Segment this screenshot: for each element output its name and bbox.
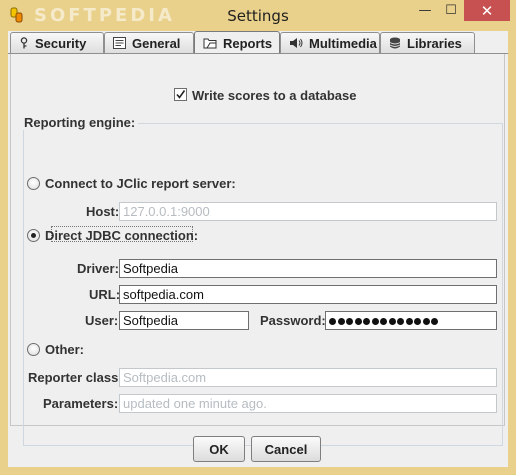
write-scores-checkbox[interactable]: [174, 88, 187, 101]
password-dot: [397, 318, 404, 326]
maximize-button[interactable]: ☐: [438, 0, 464, 21]
driver-field[interactable]: Softpedia: [119, 259, 497, 278]
settings-list-icon: [113, 37, 126, 49]
tab-libraries[interactable]: Libraries: [380, 32, 475, 53]
window-controls: — ☐ ✕: [412, 0, 510, 21]
password-dot: [414, 318, 421, 326]
tab-security[interactable]: Security: [10, 32, 104, 53]
reporting-engine-title: Reporting engine:: [21, 115, 139, 130]
password-dot: [380, 318, 387, 326]
jdbc-radio[interactable]: [27, 229, 40, 242]
tab-multimedia[interactable]: Multimedia: [280, 32, 380, 53]
tab-label: Security: [35, 35, 87, 51]
database-icon: [389, 37, 401, 49]
connect-server-radio[interactable]: [27, 177, 40, 190]
user-field[interactable]: Softpedia: [119, 311, 249, 330]
password-dot: [337, 318, 345, 326]
url-field[interactable]: softpedia.com: [119, 285, 497, 304]
password-dot: [371, 318, 379, 326]
dialog-content: Security General Reports Multimedia Libr…: [8, 31, 508, 467]
driver-label: Driver:: [77, 261, 119, 276]
jdbc-label[interactable]: Direct JDBC connection:: [45, 228, 198, 243]
settings-window: SOFTPEDIA Settings — ☐ ✕ Security Genera…: [0, 0, 516, 475]
password-dot: [354, 318, 362, 326]
tab-label: General: [132, 35, 181, 51]
tab-label: Multimedia: [309, 35, 377, 51]
tab-reports[interactable]: Reports: [194, 31, 280, 54]
password-dot: [329, 318, 336, 326]
url-label: URL:: [89, 287, 121, 302]
password-field[interactable]: [325, 311, 497, 330]
tab-label: Libraries: [407, 35, 462, 51]
title-bar[interactable]: SOFTPEDIA Settings — ☐ ✕: [0, 0, 516, 32]
user-label: User:: [85, 313, 119, 328]
reporter-class-field: Softpedia.com: [119, 368, 497, 387]
parameters-field: updated one minute ago.: [119, 394, 497, 413]
parameters-label: Parameters:: [43, 396, 119, 411]
password-dot: [431, 318, 438, 326]
ok-button[interactable]: OK: [193, 436, 245, 462]
host-label: Host:: [86, 204, 120, 219]
tab-general[interactable]: General: [104, 32, 194, 53]
password-dot: [363, 318, 370, 326]
cancel-button[interactable]: Cancel: [251, 436, 321, 462]
password-label: Password:: [260, 313, 326, 328]
write-scores-label[interactable]: Write scores to a database: [192, 88, 357, 103]
password-dot: [346, 318, 353, 326]
key-icon: [20, 37, 28, 49]
tab-label: Reports: [223, 35, 273, 51]
password-dot: [405, 318, 413, 326]
minimize-button[interactable]: —: [412, 0, 438, 21]
reporter-class-label: Reporter class:: [28, 370, 123, 385]
close-button[interactable]: ✕: [464, 0, 510, 21]
speaker-icon: [290, 38, 303, 48]
password-dot: [388, 318, 396, 326]
host-field: 127.0.0.1:9000: [119, 202, 497, 221]
checkmark-icon: [176, 90, 186, 99]
other-radio[interactable]: [27, 343, 40, 356]
reports-panel: Write scores to a database Reporting eng…: [10, 54, 505, 446]
password-dot: [422, 318, 430, 326]
connect-server-label[interactable]: Connect to JClic report server:: [45, 176, 236, 191]
folder-icon: [203, 38, 217, 49]
other-label[interactable]: Other:: [45, 342, 84, 357]
